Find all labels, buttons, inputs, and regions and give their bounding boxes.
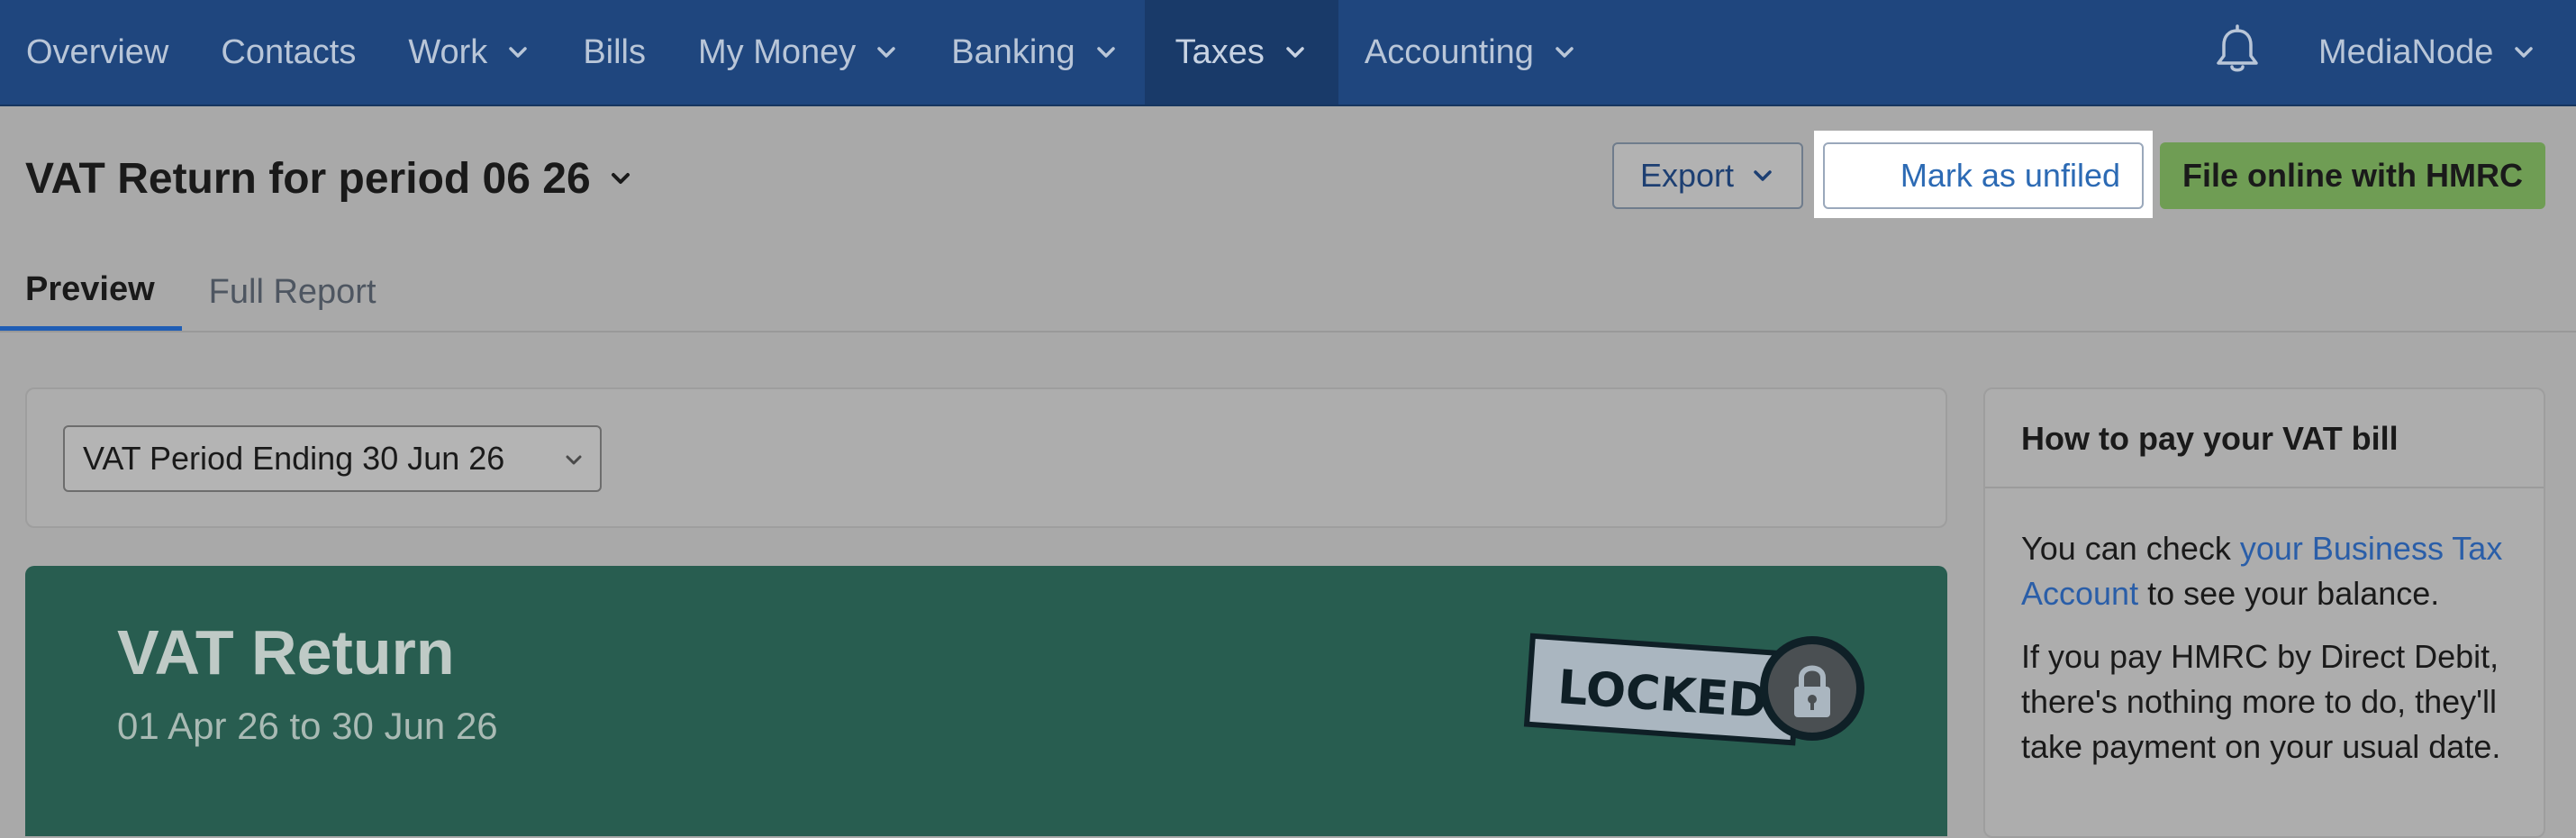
panel-title: How to pay your VAT bill — [2021, 420, 2399, 457]
page-title-text: VAT Return for period 06 26 — [25, 154, 591, 203]
nav-item-label: Accounting — [1364, 32, 1534, 71]
nav-item-contacts[interactable]: Contacts — [195, 0, 382, 105]
nav-item-my-money[interactable]: My Money — [672, 0, 925, 105]
tab-bar: Preview Full Report — [0, 252, 402, 332]
chevron-down-icon — [1552, 40, 1577, 65]
chevron-down-icon — [1750, 163, 1775, 188]
top-navigation-bar: Overview Contacts Work Bills My Money Ba… — [0, 0, 2576, 106]
chevron-down-icon — [562, 448, 585, 471]
nav-items: Overview Contacts Work Bills My Money Ba… — [0, 0, 1603, 105]
tabs-divider — [0, 331, 2576, 332]
panel-paragraph-direct-debit: If you pay HMRC by Direct Debit, there's… — [2021, 638, 2501, 765]
mark-as-unfiled-button[interactable]: Mark as unfiled — [1823, 142, 2144, 209]
mark-as-unfiled-label: Mark as unfiled — [1900, 157, 2120, 194]
chevron-down-icon — [607, 165, 634, 192]
page-title[interactable]: VAT Return for period 06 26 — [25, 150, 634, 207]
period-filter-card: VAT Period Ending 30 Jun 26 — [25, 387, 1947, 528]
tab-full-report[interactable]: Full Report — [182, 252, 402, 332]
bell-icon[interactable] — [2210, 23, 2264, 77]
tab-preview[interactable]: Preview — [0, 252, 182, 332]
nav-item-taxes[interactable]: Taxes — [1144, 0, 1338, 105]
nav-item-work[interactable]: Work — [382, 0, 557, 105]
how-to-pay-panel: How to pay your VAT bill You can check y… — [1983, 387, 2545, 838]
nav-item-label: Work — [408, 32, 488, 71]
chevron-down-icon — [1093, 40, 1119, 65]
nav-item-accounting[interactable]: Accounting — [1338, 0, 1603, 105]
vat-return-title: VAT Return — [117, 617, 455, 688]
nav-item-label: Banking — [951, 32, 1075, 71]
panel-header: How to pay your VAT bill — [1985, 389, 2544, 488]
nav-item-label: My Money — [698, 32, 857, 71]
panel-text: to see your balance. — [2138, 575, 2440, 612]
file-online-hmrc-label: File online with HMRC — [2182, 157, 2523, 194]
tab-label: Preview — [25, 269, 155, 308]
export-button[interactable]: Export — [1612, 142, 1803, 209]
chevron-down-icon — [2511, 40, 2536, 65]
locked-badge: LOCKED — [1517, 620, 1895, 773]
chevron-down-icon — [505, 40, 531, 65]
nav-item-label: Bills — [583, 32, 646, 71]
file-online-hmrc-button[interactable]: File online with HMRC — [2160, 142, 2545, 209]
chevron-down-icon — [1283, 40, 1308, 65]
chevron-down-icon — [874, 40, 899, 65]
nav-item-label: Taxes — [1175, 32, 1265, 71]
nav-item-overview[interactable]: Overview — [0, 0, 195, 105]
nav-item-bills[interactable]: Bills — [557, 0, 672, 105]
panel-body: You can check your Business Tax Account … — [2021, 526, 2526, 788]
vat-return-banner: VAT Return 01 Apr 26 to 30 Jun 26 LOCKED — [25, 566, 1947, 836]
panel-paragraph: You can check your Business Tax Account … — [2021, 526, 2526, 616]
vat-period-selected-value: VAT Period Ending 30 Jun 26 — [83, 440, 505, 477]
nav-item-banking[interactable]: Banking — [925, 0, 1144, 105]
tab-label: Full Report — [208, 272, 376, 311]
user-name: MediaNode — [2318, 32, 2494, 71]
nav-item-label: Contacts — [221, 32, 357, 71]
export-button-label: Export — [1639, 157, 1735, 194]
vat-period-select[interactable]: VAT Period Ending 30 Jun 26 — [63, 425, 602, 492]
user-menu[interactable]: MediaNode — [2318, 0, 2536, 105]
panel-text: You can check — [2021, 530, 2240, 567]
nav-item-label: Overview — [26, 32, 169, 71]
vat-return-date-range: 01 Apr 26 to 30 Jun 26 — [117, 705, 498, 747]
